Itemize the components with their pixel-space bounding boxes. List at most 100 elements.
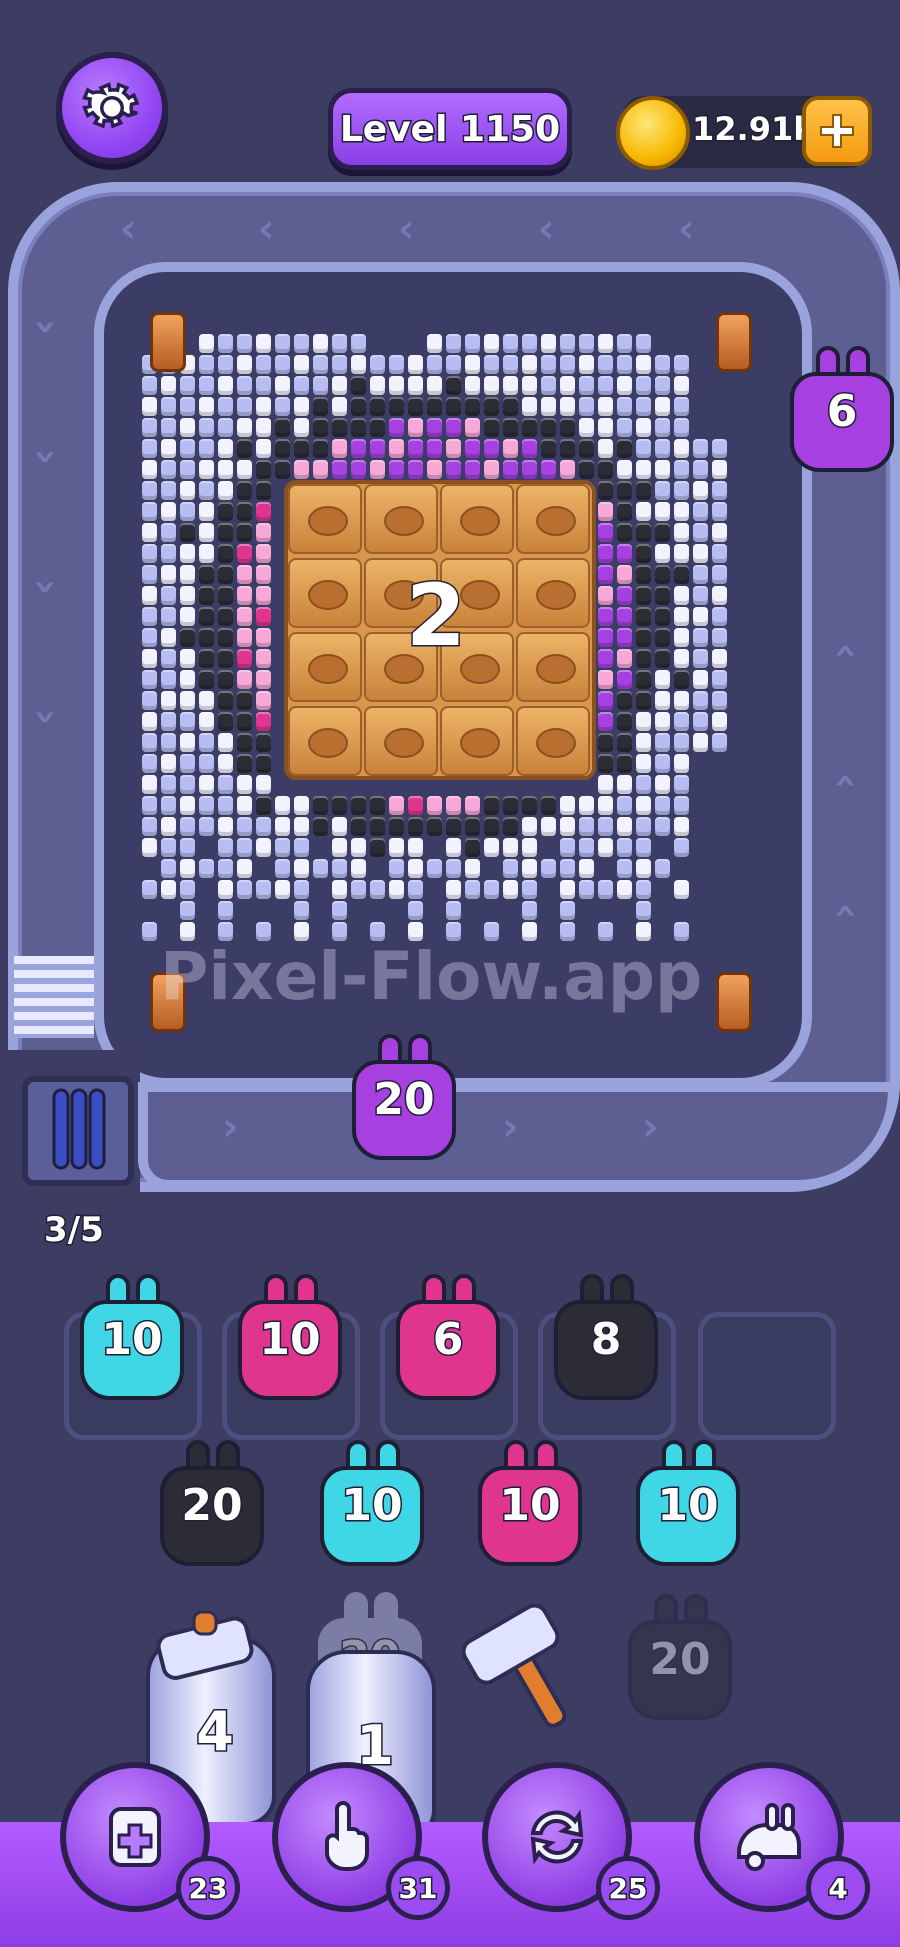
pixel-block (332, 901, 347, 920)
pixel-block (427, 859, 442, 878)
gear-icon (82, 82, 140, 129)
pixel-block (712, 607, 727, 626)
settings-button[interactable] (56, 52, 168, 164)
pixel-block (351, 880, 366, 899)
pixel-block (617, 502, 632, 521)
slot-bunny[interactable]: 10 (80, 1274, 184, 1404)
pixel-block (560, 817, 575, 836)
pixel-block (579, 355, 594, 374)
pixel-block (427, 397, 442, 416)
arrow-left-icon: ‹ (398, 206, 415, 252)
slot-bunny[interactable]: 8 (554, 1274, 658, 1404)
pixel-block (332, 796, 347, 815)
pixel-block (598, 712, 613, 731)
add-coins-button[interactable] (802, 96, 872, 166)
pixel-block (389, 376, 404, 395)
pixel-block (655, 754, 670, 773)
pixel-block (332, 859, 347, 878)
pixel-block (237, 439, 252, 458)
pixel-block (180, 880, 195, 899)
pixel-block (427, 796, 442, 815)
slot-bunny[interactable]: 6 (396, 1274, 500, 1404)
pixel-block (560, 418, 575, 437)
pixel-block (522, 418, 537, 437)
pixel-block (180, 523, 195, 542)
pixel-block (541, 397, 556, 416)
pixel-block (655, 502, 670, 521)
pixel-block (256, 397, 271, 416)
queue-bunny[interactable]: 10 (320, 1440, 424, 1570)
pixel-block (636, 523, 651, 542)
pixel-block (579, 817, 594, 836)
pixel-block (199, 733, 214, 752)
arrow-left-icon: ‹ (538, 206, 555, 252)
pixel-block (218, 712, 233, 731)
booster-count: 4 (806, 1856, 870, 1920)
pixel-block (332, 376, 347, 395)
queue-bunny[interactable]: 20 (160, 1440, 264, 1570)
pixel-block (218, 355, 233, 374)
pixel-block (161, 817, 176, 836)
pixel-block (275, 397, 290, 416)
pixel-block (275, 334, 290, 353)
pixel-block (598, 628, 613, 647)
pixel-block (598, 376, 613, 395)
pixel-block (465, 397, 480, 416)
pixel-block (161, 775, 176, 794)
pixel-block (617, 607, 632, 626)
pixel-block (351, 817, 366, 836)
pixel-block (142, 775, 157, 794)
pixel-block (579, 859, 594, 878)
pixel-block (180, 901, 195, 920)
crate-tile (288, 558, 362, 628)
pixel-block (161, 418, 176, 437)
pixel-block (389, 838, 404, 857)
pixel-block (503, 880, 518, 899)
pixel-block (256, 334, 271, 353)
queue-bunny[interactable]: 10 (478, 1440, 582, 1570)
pixel-block (332, 460, 347, 479)
pixel-block (693, 523, 708, 542)
pixel-block (237, 523, 252, 542)
pixel-block (237, 628, 252, 647)
pixel-block (598, 754, 613, 773)
pixel-block (370, 418, 385, 437)
pixel-block (370, 439, 385, 458)
pixel-block (180, 565, 195, 584)
pixel-block (161, 481, 176, 500)
slot-bunny[interactable]: 10 (238, 1274, 342, 1404)
pixel-block (256, 544, 271, 563)
conveyor-capacity: 3/5 (43, 1209, 106, 1252)
pixel-block (693, 565, 708, 584)
pixel-block (218, 733, 233, 752)
pixel-block (199, 691, 214, 710)
pixel-block (332, 334, 347, 353)
pixel-block (446, 880, 461, 899)
pixel-block (370, 796, 385, 815)
pixel-block (446, 397, 461, 416)
holding-slot-empty[interactable] (698, 1312, 836, 1440)
pixel-block (617, 670, 632, 689)
pixel-block (180, 481, 195, 500)
pixel-block (655, 607, 670, 626)
coin-icon (616, 96, 690, 170)
pixel-block (693, 628, 708, 647)
pixel-block (674, 481, 689, 500)
pixel-block (503, 376, 518, 395)
pixel-block (617, 859, 632, 878)
pixel-block (598, 418, 613, 437)
pixel-block (237, 880, 252, 899)
pixel-block (294, 880, 309, 899)
pixel-block (199, 439, 214, 458)
pixel-block (465, 880, 480, 899)
pixel-block (465, 796, 480, 815)
pixel-block (256, 775, 271, 794)
pixel-block (161, 838, 176, 857)
arrow-up-icon: › (821, 902, 868, 920)
pixel-block (636, 901, 651, 920)
pixel-block (693, 670, 708, 689)
pixel-block (142, 481, 157, 500)
pixel-block (256, 607, 271, 626)
pixel-block (237, 691, 252, 710)
queue-bunny[interactable]: 10 (636, 1440, 740, 1570)
